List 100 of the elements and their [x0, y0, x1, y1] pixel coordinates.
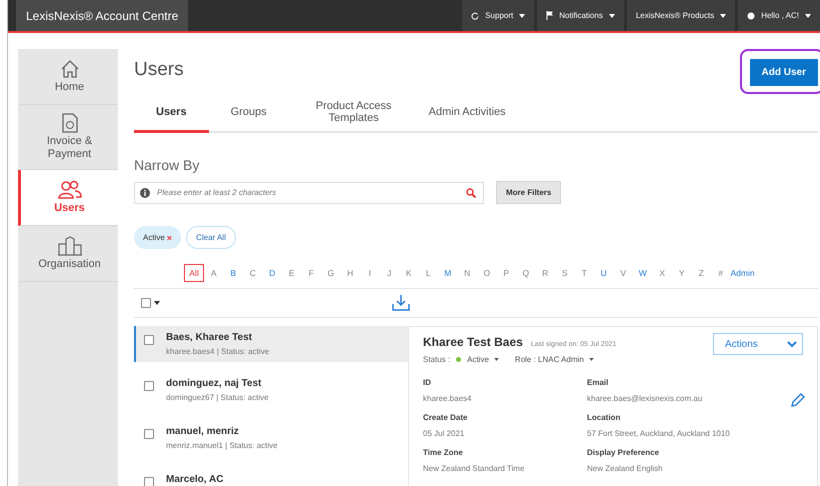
- letter-filter[interactable]: L: [418, 264, 438, 282]
- letter-filter[interactable]: Z: [692, 264, 711, 282]
- user-name: Marcelo, AC: [166, 474, 224, 485]
- field-label: Display Preference: [587, 448, 660, 457]
- letter-filter[interactable]: W: [633, 264, 652, 282]
- user-icon: [747, 12, 756, 20]
- actions-dropdown[interactable]: Actions: [713, 333, 803, 355]
- more-filters-button[interactable]: More Filters: [496, 181, 562, 204]
- info-icon: [140, 188, 150, 198]
- letter-filter[interactable]: E: [282, 264, 302, 282]
- letter-filter[interactable]: G: [321, 264, 340, 282]
- letter-filter[interactable]: K: [399, 264, 418, 282]
- letter-filter[interactable]: H: [340, 264, 360, 282]
- status-label: Status :: [423, 355, 450, 364]
- field-label: Location: [587, 413, 620, 422]
- letter-filter[interactable]: V: [614, 264, 633, 282]
- tab[interactable]: Groups: [208, 93, 289, 133]
- letter-filter[interactable]: X: [652, 264, 672, 282]
- field-label: Email: [587, 378, 608, 387]
- tab[interactable]: Product Access Templates: [288, 93, 419, 133]
- user-name: Baes, Kharee Test: [166, 332, 253, 343]
- checkbox[interactable]: [144, 477, 154, 486]
- letter-filter[interactable]: N: [458, 264, 477, 282]
- user-row[interactable]: Marcelo, AC: [134, 468, 408, 486]
- checkbox[interactable]: [144, 429, 154, 439]
- caret-icon: [805, 14, 811, 18]
- letter-filter[interactable]: D: [262, 264, 282, 282]
- user-row[interactable]: manuel, menriz menriz.manuel1 | Status: active: [134, 420, 408, 468]
- remove-button[interactable]: ×: [166, 232, 172, 242]
- letter-filter[interactable]: All: [184, 264, 204, 282]
- user-meta: dominguez67 | Status: active: [166, 393, 269, 402]
- edit-icon[interactable]: [791, 393, 805, 407]
- download-icon[interactable]: [392, 295, 410, 311]
- field-value: kharee.baes@lexisnexis.com.au: [587, 394, 702, 403]
- top-menu[interactable]: Hello , AC!: [738, 0, 820, 31]
- users-icon: [58, 180, 82, 200]
- top-menu[interactable]: Support: [462, 0, 534, 31]
- user-full-name: Kharee Test Baes: [423, 335, 523, 349]
- sidebar-item[interactable]: Users: [18, 170, 118, 226]
- field-label: Create Date: [423, 413, 468, 422]
- user-meta: kharee.baes4 | Status: active: [166, 347, 270, 356]
- letter-filter[interactable]: Admin: [730, 264, 755, 282]
- letter-filter[interactable]: U: [594, 264, 614, 282]
- field-value: kharee.baes4: [423, 394, 472, 403]
- letter-filter[interactable]: Q: [516, 264, 536, 282]
- caret-icon: [608, 14, 615, 18]
- user-row[interactable]: Baes, Kharee Test kharee.baes4 | Status: active: [134, 326, 408, 362]
- letter-filter[interactable]: A: [204, 264, 224, 282]
- letter-filter[interactable]: T: [574, 264, 594, 282]
- sidebar-item[interactable]: Home: [18, 49, 118, 105]
- tab[interactable]: Admin Activities: [418, 93, 528, 133]
- field-label: ID: [423, 378, 431, 387]
- building-icon: [58, 236, 82, 256]
- letter-filter[interactable]: C: [243, 264, 262, 282]
- clear-all-button[interactable]: Clear All: [186, 226, 236, 249]
- letter-filter[interactable]: P: [496, 264, 516, 282]
- page-title: Users: [134, 59, 184, 81]
- flag-icon: [546, 11, 554, 20]
- user-name: dominguez, naj Test: [166, 378, 262, 389]
- letter-filter[interactable]: R: [536, 264, 555, 282]
- caret-icon: [720, 14, 726, 18]
- sidebar-item[interactable]: Organisation: [18, 226, 118, 282]
- user-row[interactable]: dominguez, naj Test dominguez67 | Status: active: [134, 372, 408, 420]
- chip-label: Active: [143, 233, 165, 242]
- field-value: 05 Jul 2021: [423, 429, 464, 438]
- home-icon: [60, 59, 80, 79]
- user-meta: menriz.manuel1 | Status: active: [166, 441, 278, 450]
- top-menu[interactable]: LexisNexis® Products: [626, 0, 736, 31]
- top-menu[interactable]: Notifications: [537, 0, 624, 31]
- checkbox[interactable]: [141, 298, 151, 308]
- letter-filter[interactable]: #: [711, 264, 730, 282]
- caret-icon[interactable]: [154, 301, 160, 305]
- letter-filter[interactable]: M: [438, 264, 458, 282]
- field-label: Time Zone: [423, 448, 463, 457]
- field-value: New Zealand Standard Time: [423, 464, 524, 473]
- checkbox[interactable]: [144, 381, 154, 391]
- search-icon[interactable]: [466, 188, 476, 198]
- add-user-button[interactable]: Add User: [750, 59, 818, 86]
- refresh-icon: [471, 12, 480, 20]
- role-dropdown[interactable]: Role : LNAC Admin: [514, 355, 594, 364]
- letter-filter[interactable]: J: [380, 264, 399, 282]
- field-value: New Zealand English: [587, 464, 663, 473]
- letter-filter[interactable]: Y: [672, 264, 692, 282]
- letter-filter[interactable]: S: [555, 264, 574, 282]
- letter-filter[interactable]: I: [360, 264, 380, 282]
- letter-filter[interactable]: F: [302, 264, 321, 282]
- status-dropdown[interactable]: Active: [467, 355, 499, 364]
- caret-icon: [588, 358, 594, 361]
- search-field[interactable]: Please enter at least 2 characters: [134, 182, 484, 204]
- tab[interactable]: Users: [134, 93, 209, 133]
- letter-filter[interactable]: B: [224, 264, 243, 282]
- section-heading: Narrow By: [134, 157, 200, 173]
- caret-icon: [519, 14, 526, 18]
- chevron-down-icon: [787, 340, 797, 348]
- caret-icon: [494, 358, 499, 361]
- user-name: manuel, menriz: [166, 426, 240, 437]
- document-icon: [62, 113, 78, 133]
- app-title: LexisNexis® Account Centre: [16, 0, 188, 31]
- checkbox[interactable]: [144, 335, 154, 345]
- letter-filter[interactable]: O: [477, 264, 496, 282]
